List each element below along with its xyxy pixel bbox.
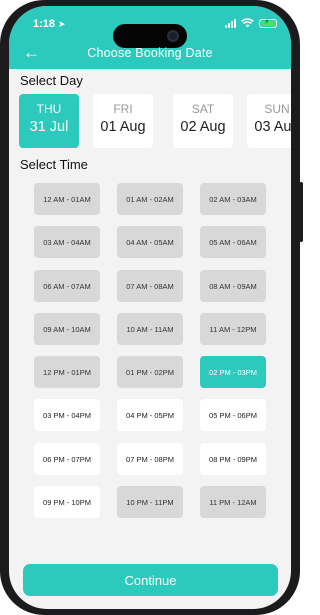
- continue-button[interactable]: Continue: [23, 564, 278, 596]
- volume-down-button: [0, 212, 1, 252]
- time-slot[interactable]: 10 PM - 11PM: [117, 486, 183, 518]
- time-slot[interactable]: 09 PM - 10PM: [34, 486, 100, 518]
- day-of-week: THU: [36, 102, 62, 116]
- time-slot[interactable]: 01 AM - 02AM: [117, 183, 183, 215]
- time-slot[interactable]: 03 AM - 04AM: [34, 226, 100, 258]
- location-arrow-icon: ➤: [58, 19, 66, 29]
- select-day-heading: Select Day: [20, 73, 83, 88]
- time-slot[interactable]: 11 AM - 12PM: [200, 313, 266, 345]
- time-slot[interactable]: 01 PM - 02PM: [117, 356, 183, 388]
- day-date: 01 Aug: [100, 119, 146, 135]
- time-slot[interactable]: 08 AM - 09AM: [200, 270, 266, 302]
- charging-bolt-icon: ⚡: [264, 16, 270, 26]
- front-camera: [167, 30, 179, 42]
- cellular-signal-icon: [225, 18, 236, 28]
- status-bar: 1:18 ➤ ⚡: [9, 16, 291, 48]
- day-date: 03 Aug: [254, 119, 291, 135]
- battery-icon: ⚡: [259, 16, 277, 28]
- select-time-heading: Select Time: [20, 157, 88, 172]
- time-slot[interactable]: 12 PM - 01PM: [34, 356, 100, 388]
- time-slot[interactable]: 08 PM - 09PM: [200, 443, 266, 475]
- day-selector: THU 31 Jul FRI 01 Aug SAT 02 Aug SUN 03 …: [19, 94, 291, 150]
- time-slot[interactable]: 02 AM - 03AM: [200, 183, 266, 215]
- page-title: Choose Booking Date: [87, 46, 213, 60]
- power-button: [299, 182, 303, 242]
- status-icons: ⚡: [225, 16, 277, 28]
- time-slot[interactable]: 05 AM - 06AM: [200, 226, 266, 258]
- day-card-fri[interactable]: FRI 01 Aug: [93, 94, 153, 148]
- day-of-week: SAT: [191, 102, 215, 116]
- day-date: 02 Aug: [180, 119, 226, 135]
- wifi-icon: [241, 18, 254, 28]
- day-card-sat[interactable]: SAT 02 Aug: [173, 94, 233, 148]
- time-slot[interactable]: 10 AM - 11AM: [117, 313, 183, 345]
- day-date: 31 Jul: [29, 119, 69, 135]
- status-time-text: 1:18: [33, 18, 56, 30]
- time-slot[interactable]: 04 PM - 05PM: [117, 399, 183, 431]
- status-time: 1:18 ➤: [33, 18, 66, 30]
- day-of-week: FRI: [113, 102, 133, 116]
- header-bar: 1:18 ➤ ⚡ ← Choose Booking Date: [9, 6, 291, 69]
- time-slot[interactable]: 12 AM - 01AM: [34, 183, 100, 215]
- time-slot[interactable]: 11 PM - 12AM: [200, 486, 266, 518]
- time-slot[interactable]: 06 PM - 07PM: [34, 443, 100, 475]
- volume-up-button: [0, 162, 1, 202]
- day-card-sun[interactable]: SUN 03 Aug: [247, 94, 291, 148]
- time-slot[interactable]: 09 AM - 10AM: [34, 313, 100, 345]
- time-slot[interactable]: 05 PM - 06PM: [200, 399, 266, 431]
- app-screen: 1:18 ➤ ⚡ ← Choose Booking Date Select Da…: [9, 6, 291, 609]
- time-slot[interactable]: 07 PM - 08PM: [117, 443, 183, 475]
- time-slot[interactable]: 07 AM - 08AM: [117, 270, 183, 302]
- day-of-week: SUN: [264, 102, 290, 116]
- time-slot[interactable]: 03 PM - 04PM: [34, 399, 100, 431]
- action-button: [0, 122, 1, 144]
- time-slot-selected[interactable]: 02 PM - 03PM: [200, 356, 266, 388]
- time-slot[interactable]: 04 AM - 05AM: [117, 226, 183, 258]
- day-card-thu[interactable]: THU 31 Jul: [19, 94, 79, 148]
- time-slot[interactable]: 06 AM - 07AM: [34, 270, 100, 302]
- nav-bar: ← Choose Booking Date: [9, 42, 291, 66]
- phone-frame: 1:18 ➤ ⚡ ← Choose Booking Date Select Da…: [0, 0, 303, 615]
